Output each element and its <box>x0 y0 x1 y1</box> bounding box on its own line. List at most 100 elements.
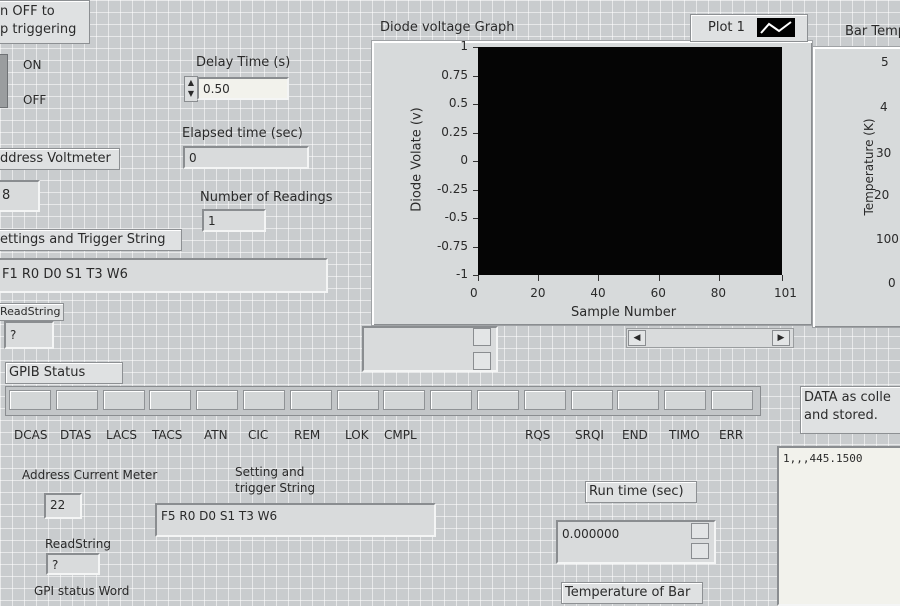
readstring-label-1: ReadString <box>0 303 64 321</box>
delay-time-label: Delay Time (s) <box>196 55 291 70</box>
gpib-flag-dtas: DTAS <box>60 428 92 442</box>
address-current-meter-value[interactable]: 22 <box>44 493 82 519</box>
switch-on-label: ON <box>23 58 42 72</box>
x-tick-label: 80 <box>710 286 727 300</box>
temperature-of-bar-label: Temperature of Bar <box>561 582 703 604</box>
address-voltmeter-label: ddress Voltmeter <box>0 148 120 170</box>
settings-trigger-label: ettings and Trigger String <box>0 229 182 251</box>
plot-legend[interactable]: Plot 1 <box>690 14 808 42</box>
y-tick-mark <box>473 104 478 105</box>
gpib-status-led <box>243 390 285 410</box>
gpib-status-led <box>102 390 145 410</box>
number-of-readings-value[interactable]: 1 <box>202 209 266 232</box>
y-tick-label: -0.75 <box>436 238 468 253</box>
x-tick-mark <box>598 275 600 281</box>
data-collected-label: DATA as colle and stored. <box>800 386 900 434</box>
gpib-status-led <box>430 390 473 410</box>
setting-trigger-input-2[interactable]: F5 R0 D0 S1 T3 W6 <box>155 503 436 537</box>
gpib-flag-lok: LOK <box>345 428 369 442</box>
y-tick-label: 1 <box>460 39 468 53</box>
gpib-status-led <box>336 390 379 410</box>
gpib-status-led <box>196 390 239 410</box>
y-tick-label: 0.25 <box>441 124 468 139</box>
gpib-flag-dcas: DCAS <box>14 428 48 442</box>
x-tick-mark <box>782 275 783 281</box>
y-tick-mark <box>473 47 478 48</box>
number-of-readings-label: Number of Readings <box>200 190 333 205</box>
gpib-flag-srqi: SRQI <box>575 428 604 442</box>
trigger-caption-line1: n OFF to <box>0 4 55 19</box>
x-tick-label: 0 <box>470 286 478 300</box>
scroll-right-icon[interactable]: ▶ <box>772 330 790 346</box>
x-tick-mark <box>658 275 660 281</box>
gpib-status-led <box>383 390 426 410</box>
y-tick-mark <box>473 161 478 162</box>
y-tick-mark <box>473 75 478 77</box>
gpib-status-led <box>711 390 753 410</box>
address-current-meter-label: Address Current Meter <box>22 468 158 482</box>
bar-temp-title: Bar Temp <box>845 24 900 39</box>
trigger-toggle-caption: n OFF to p triggering <box>0 0 90 44</box>
delay-stepper[interactable]: ▲ ▼ <box>184 76 198 102</box>
bar-temp-tick-label: 5 <box>881 55 889 69</box>
bar-temp-tick-label: 0 <box>888 276 896 290</box>
graph-y-axis-label: Diode Volate (v) <box>409 107 425 212</box>
gpib-status-led <box>570 390 613 410</box>
stepper-up-icon[interactable]: ▲ <box>185 77 197 88</box>
bar-temp-tick-label: 30 <box>876 146 892 160</box>
gpib-status-led <box>617 390 660 410</box>
y-tick-label: -0.5 <box>444 210 468 224</box>
y-tick-mark <box>473 218 478 219</box>
setting2-line1: Setting and <box>235 465 305 479</box>
y-tick-label: 0.75 <box>441 67 468 82</box>
readstring-label-2: ReadString <box>45 537 111 551</box>
elapsed-time-label: Elapsed time (sec) <box>182 126 303 141</box>
x-tick-mark <box>718 275 720 281</box>
stepper-down-icon[interactable]: ▼ <box>185 88 197 99</box>
scroll-down-button[interactable] <box>473 352 491 370</box>
run-time-down-button[interactable] <box>691 543 709 559</box>
trigger-switch[interactable] <box>0 54 8 108</box>
graph-plot-area[interactable] <box>478 47 782 275</box>
gpib-flag-cmpl: CMPL <box>384 428 417 442</box>
x-tick-mark <box>478 275 479 281</box>
bar-temp-panel <box>812 46 900 328</box>
bar-temp-tick-label: 100 <box>876 232 899 246</box>
run-time-label: Run time (sec) <box>585 481 697 503</box>
gpib-flag-rem: REM <box>294 428 321 442</box>
gpib-flag-rqs: RQS <box>525 428 551 442</box>
data-label-line2: and stored. <box>804 408 878 423</box>
gpib-status-led <box>289 390 332 410</box>
gpib-flag-timo: TIMO <box>669 428 700 442</box>
run-time-up-button[interactable] <box>691 523 709 539</box>
y-tick-label: 0 <box>460 153 468 167</box>
y-tick-label: -0.25 <box>436 181 468 196</box>
scroll-up-button[interactable] <box>473 328 491 346</box>
data-collected-value: 1,,,445.1500 <box>783 452 863 465</box>
bar-temp-tick-label: 4 <box>880 100 888 114</box>
readstring-value-2: ? <box>46 553 100 575</box>
settings-trigger-input[interactable]: F1 R0 D0 S1 T3 W6 <box>0 258 328 293</box>
gpib-status-led <box>664 390 707 410</box>
elapsed-time-value: 0 <box>183 146 309 169</box>
gpib-flag-err: ERR <box>719 428 744 442</box>
data-collected-textarea[interactable]: 1,,,445.1500 <box>777 446 900 606</box>
setting2-line2: trigger String <box>235 481 316 495</box>
address-voltmeter-value[interactable]: 8 <box>0 180 40 212</box>
gpib-status-led <box>523 390 566 410</box>
delay-time-input[interactable]: 0.50 <box>197 77 289 100</box>
x-tick-label: 101 <box>774 286 797 300</box>
scroll-left-icon[interactable]: ◀ <box>628 330 646 346</box>
gpi-status-word-label: GPI status Word <box>34 584 130 598</box>
y-tick-label: -1 <box>456 267 468 281</box>
gpib-flag-cic: CIC <box>248 428 269 442</box>
y-tick-mark <box>473 132 478 134</box>
gpib-status-led <box>149 390 192 410</box>
switch-off-label: OFF <box>23 93 47 107</box>
legend-line-icon <box>757 18 795 37</box>
graph-horizontal-scrollbar[interactable] <box>626 328 794 348</box>
gpib-status-led <box>55 390 98 410</box>
legend-label: Plot 1 <box>708 20 745 35</box>
gpib-flag-tacs: TACS <box>152 428 183 442</box>
y-tick-mark <box>473 246 478 248</box>
